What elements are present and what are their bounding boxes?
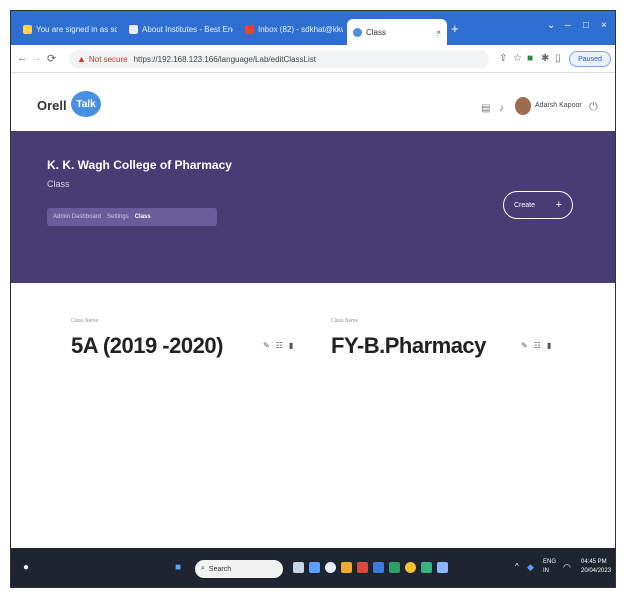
- browser-tab-about-institutes[interactable]: About Institutes - Best Engineeri ×: [123, 20, 233, 38]
- taskbar-search[interactable]: ⌕ Search: [195, 560, 283, 578]
- class-actions: ✎ ☷ ▮: [521, 341, 551, 350]
- class-actions: ✎ ☷ ▮: [263, 341, 293, 350]
- wifi-icon[interactable]: ◠: [563, 562, 571, 573]
- chrome-icon[interactable]: [405, 562, 416, 573]
- breadcrumb: Admin Dashboard Settings Class: [47, 208, 217, 226]
- outlook-icon[interactable]: [373, 562, 384, 573]
- tab-label: Class: [366, 27, 387, 37]
- browser-tab-inbox[interactable]: Inbox (82) - sdkhat@kkwagh.ed ×: [239, 20, 343, 38]
- extension-icon[interactable]: ■: [527, 53, 533, 64]
- settings-app-icon[interactable]: [437, 562, 448, 573]
- chevron-up-icon[interactable]: ^: [515, 562, 519, 571]
- address-bar[interactable]: ▲ Not secure https://192.168.123.166/lan…: [69, 50, 489, 68]
- tab-label: Inbox (82) - sdkhat@kkwagh.ed: [258, 24, 343, 34]
- browser-toolbar: ← → ⟳ ▲ Not secure https://192.168.123.1…: [11, 45, 615, 73]
- class-card: Class Name 5A (2019 -2020) ✎ ☷ ▮: [61, 311, 301, 377]
- breadcrumb-class: Class: [134, 214, 151, 220]
- lang-top: ENG: [543, 559, 557, 565]
- breadcrumb-settings[interactable]: Settings: [107, 214, 129, 220]
- users-icon[interactable]: ☷: [276, 341, 283, 350]
- profile-paused-button[interactable]: Paused: [569, 51, 611, 67]
- page-title: K. K. Wagh College of Pharmacy: [47, 158, 232, 172]
- class-name-label: Class Name: [71, 318, 99, 324]
- app-icon[interactable]: [421, 562, 432, 573]
- not-secure-label: Not secure: [88, 54, 128, 64]
- chat-icon[interactable]: [325, 562, 336, 573]
- url-text: https://192.168.123.166/language/Lab/edi…: [133, 54, 316, 64]
- clock[interactable]: 04:45 PM 20/04/2023: [581, 558, 611, 576]
- class-name-label: Class Name: [331, 318, 359, 324]
- back-icon[interactable]: ←: [17, 52, 28, 64]
- edit-icon[interactable]: ✎: [521, 341, 528, 350]
- class-list: Class Name 5A (2019 -2020) ✎ ☷ ▮ Class N…: [11, 283, 615, 548]
- app-header: Orell Talk ▤ ♪ Adarsh Kapoor ⏻: [11, 73, 615, 131]
- delete-icon[interactable]: ▮: [547, 341, 551, 350]
- search-icon: ⌕: [201, 565, 205, 572]
- weather-icon[interactable]: ●: [23, 562, 29, 573]
- forward-icon[interactable]: →: [31, 52, 42, 64]
- class-name: FY-B.Pharmacy: [331, 333, 486, 358]
- task-view-icon[interactable]: [293, 562, 304, 573]
- tab-favicon-icon: [23, 24, 32, 34]
- network-icon[interactable]: ◆: [527, 562, 534, 573]
- power-icon[interactable]: ⏻: [589, 101, 598, 114]
- users-icon[interactable]: ☷: [534, 341, 541, 350]
- reload-icon[interactable]: ⟳: [47, 52, 56, 65]
- browser-tab-signed-in[interactable]: You are signed in as sdkhat ×: [17, 20, 117, 38]
- search-placeholder: Search: [208, 565, 232, 573]
- star-icon[interactable]: ☆: [513, 53, 522, 64]
- browser-tab-strip: You are signed in as sdkhat × About Inst…: [11, 11, 615, 45]
- class-card: Class Name FY-B.Pharmacy ✎ ☷ ▮: [321, 311, 561, 377]
- windows-start-icon[interactable]: ■: [175, 562, 181, 573]
- screen-frame: You are signed in as sdkhat × About Inst…: [10, 10, 616, 588]
- tab-label: About Institutes - Best Engineeri: [142, 24, 233, 34]
- page-subtitle: Class: [47, 179, 70, 189]
- document-icon[interactable]: ▤: [481, 103, 490, 114]
- clock-time: 04:45 PM: [581, 559, 607, 565]
- breadcrumb-admin-dashboard[interactable]: Admin Dashboard: [53, 214, 101, 220]
- tab-label: You are signed in as sdkhat: [36, 24, 117, 34]
- edit-icon[interactable]: ✎: [263, 341, 270, 350]
- puzzle-icon[interactable]: ✱: [541, 53, 549, 64]
- language-indicator[interactable]: ENG IN: [543, 558, 556, 576]
- chevron-down-icon[interactable]: ⌄: [547, 20, 555, 31]
- avatar[interactable]: [515, 97, 531, 115]
- class-name: 5A (2019 -2020): [71, 333, 223, 358]
- file-explorer-icon[interactable]: [341, 562, 352, 573]
- browser-tab-class[interactable]: Class ×: [347, 19, 447, 45]
- create-label: Create: [514, 201, 536, 209]
- close-icon[interactable]: ×: [436, 28, 441, 37]
- windows-taskbar: ● ■ ⌕ Search ^ ◆ ENG IN ◠ 04:45 PM 20/04…: [11, 548, 615, 587]
- paused-label: Paused: [578, 55, 602, 63]
- tab-favicon-icon: [353, 27, 362, 37]
- user-name[interactable]: Adarsh Kapoor: [535, 102, 582, 109]
- tab-favicon-icon: [129, 24, 138, 34]
- plus-icon: +: [555, 199, 562, 211]
- page-banner: K. K. Wagh College of Pharmacy Class Adm…: [11, 131, 615, 283]
- logo-bubble: Talk: [71, 91, 101, 117]
- gmail-icon: [245, 24, 254, 34]
- widgets-icon[interactable]: [309, 562, 320, 573]
- share-icon[interactable]: ⇪: [499, 53, 507, 64]
- create-button[interactable]: Create +: [503, 191, 573, 219]
- lang-bottom: IN: [543, 568, 549, 574]
- minimize-icon[interactable]: –: [565, 20, 571, 31]
- logo-text: Orell: [37, 98, 67, 113]
- store-icon[interactable]: [389, 562, 400, 573]
- maximize-icon[interactable]: □: [583, 20, 589, 31]
- sidebar-icon[interactable]: ▯: [555, 53, 561, 64]
- delete-icon[interactable]: ▮: [289, 341, 293, 350]
- warning-icon: ▲: [77, 54, 86, 64]
- clock-date: 20/04/2023: [581, 568, 612, 574]
- window-close-icon[interactable]: ×: [601, 20, 607, 31]
- bell-icon[interactable]: ♪: [499, 103, 504, 114]
- new-tab-icon[interactable]: +: [451, 21, 459, 36]
- office-icon[interactable]: [357, 562, 368, 573]
